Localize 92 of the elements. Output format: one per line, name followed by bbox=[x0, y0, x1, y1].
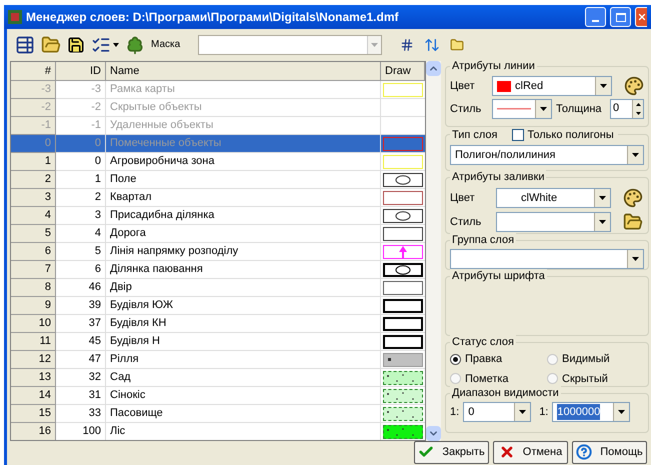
line-sample-icon bbox=[497, 108, 531, 110]
row-number: 12 bbox=[11, 351, 56, 369]
layer-row[interactable]: 7 6 Ділянка паювання bbox=[11, 261, 425, 279]
table-cell: 100 bbox=[56, 423, 106, 440]
layer-row[interactable]: 13 32 Сад bbox=[11, 369, 425, 387]
edit-table-icon[interactable] bbox=[15, 34, 35, 54]
row-number: 15 bbox=[11, 405, 56, 423]
row-number: 4 bbox=[11, 207, 56, 225]
range-from-dropdown[interactable]: 0 bbox=[463, 402, 532, 422]
layer-type-dropdown[interactable]: Полигон/полилиния bbox=[450, 145, 644, 165]
caret-icon[interactable] bbox=[113, 42, 119, 46]
row-number: 3 bbox=[11, 189, 56, 207]
scrollbar[interactable] bbox=[426, 61, 441, 441]
layer-row[interactable]: 9 39 Будівля ЮЖ bbox=[11, 297, 425, 315]
layer-row[interactable]: 11 45 Будівля Н bbox=[11, 333, 425, 351]
layer-row[interactable]: 1 0 Агровиробнича зона bbox=[11, 153, 425, 171]
row-number: 8 bbox=[11, 279, 56, 297]
row-number: 2 bbox=[11, 171, 56, 189]
row-number: 10 bbox=[11, 315, 56, 333]
tree-icon[interactable] bbox=[125, 34, 145, 54]
color-label: Цвет bbox=[450, 78, 476, 94]
layer-row[interactable]: 14 31 Сінокіс bbox=[11, 387, 425, 405]
dialog-button[interactable]: Отмена bbox=[493, 440, 568, 464]
status-radio[interactable]: Правка bbox=[450, 351, 547, 368]
mask-label: Маска bbox=[151, 38, 180, 52]
dialog-button[interactable]: Помощь bbox=[572, 440, 647, 464]
thickness-label: Толщина bbox=[556, 102, 602, 117]
group-title: Атрибуты заливки bbox=[450, 170, 546, 184]
save-icon[interactable] bbox=[67, 36, 85, 54]
group-title: Атрибуты шрифта bbox=[450, 269, 547, 283]
row-number: 11 bbox=[11, 333, 56, 351]
layer-row[interactable]: 2 1 Поле bbox=[11, 171, 425, 189]
row-number: 6 bbox=[11, 243, 56, 261]
layer-row[interactable]: 4 3 Присадибна ділянка bbox=[11, 207, 425, 225]
fill-color-dropdown[interactable]: clWhite bbox=[496, 188, 611, 208]
open-folder-icon[interactable] bbox=[41, 34, 61, 54]
layer-row[interactable]: 3 2 Квартал bbox=[11, 189, 425, 207]
group-title: Атрибуты линии bbox=[450, 59, 537, 73]
close-icon bbox=[636, 12, 646, 22]
layer-row[interactable]: 6 5 Лінія напрямку розподілу bbox=[11, 243, 425, 261]
row-number: -3 bbox=[11, 81, 56, 99]
group-title: Группа слоя bbox=[450, 233, 516, 247]
group-title: Тип слоя bbox=[451, 128, 499, 142]
palette-icon[interactable] bbox=[623, 188, 643, 208]
palette-icon[interactable] bbox=[624, 76, 644, 96]
range-prefix: 1: bbox=[450, 404, 460, 420]
color-label: Цвет bbox=[450, 190, 476, 206]
status-radio[interactable]: Пометка bbox=[450, 370, 547, 387]
mask-field[interactable] bbox=[198, 34, 382, 54]
layer-row[interactable]: 8 46 Двір bbox=[11, 279, 425, 297]
window-title: Менеджер слоев: D:\Програми\Програми\Digitals\Noname1.dmf bbox=[26, 9, 400, 26]
color-swatch bbox=[497, 80, 511, 92]
help-icon bbox=[576, 444, 592, 460]
layer-row[interactable]: 10 37 Будівля КН bbox=[11, 315, 425, 333]
row-number: 16 bbox=[11, 423, 56, 440]
layer-row[interactable]: 15 33 Пасовище bbox=[11, 405, 425, 423]
app-icon bbox=[8, 10, 22, 24]
row-number: -2 bbox=[11, 99, 56, 117]
range-to-dropdown[interactable]: 1000000 bbox=[552, 402, 630, 422]
status-radio[interactable]: Скрытый bbox=[547, 370, 644, 387]
style-label: Стиль bbox=[450, 102, 482, 117]
row-number: 7 bbox=[11, 261, 56, 279]
sort-arrows-icon[interactable] bbox=[424, 36, 440, 52]
polygons-only-checkbox[interactable]: Только полигоны bbox=[512, 127, 618, 144]
new-folder-icon[interactable] bbox=[450, 38, 464, 52]
line-color-dropdown[interactable]: clRed bbox=[492, 76, 612, 96]
maximize-icon bbox=[616, 12, 626, 22]
row-number: 14 bbox=[11, 387, 56, 405]
maximize-button[interactable] bbox=[610, 7, 631, 27]
row-number: 9 bbox=[11, 297, 56, 315]
open-folder-icon[interactable] bbox=[623, 212, 643, 232]
minimize-button[interactable] bbox=[585, 7, 606, 27]
cross-icon bbox=[498, 444, 515, 460]
style-label: Стиль bbox=[450, 214, 482, 230]
dialog-button[interactable]: Закрыть bbox=[414, 440, 489, 464]
status-radio[interactable]: Видимый bbox=[547, 351, 644, 368]
hash-icon[interactable] bbox=[400, 38, 414, 52]
minimize-icon bbox=[592, 20, 599, 22]
layer-row[interactable]: 12 47 Рілля bbox=[11, 351, 425, 369]
thickness-spinner[interactable]: 0 bbox=[610, 99, 644, 119]
close-button[interactable] bbox=[635, 7, 647, 27]
layer-row[interactable]: 5 4 Дорога bbox=[11, 225, 425, 243]
range-prefix: 1: bbox=[539, 404, 548, 420]
layer-row[interactable]: 16 100 Ліс bbox=[11, 423, 425, 440]
group-title: Статус слоя bbox=[450, 335, 516, 349]
row-number: 13 bbox=[11, 369, 56, 387]
row-number: 1 bbox=[11, 153, 56, 171]
table-cell: Ліс bbox=[106, 423, 381, 440]
group-title: Диапазон видимости bbox=[450, 386, 561, 400]
dropdown-arrow-icon bbox=[371, 42, 378, 46]
row-number: 5 bbox=[11, 225, 56, 243]
row-number: -1 bbox=[11, 117, 56, 135]
